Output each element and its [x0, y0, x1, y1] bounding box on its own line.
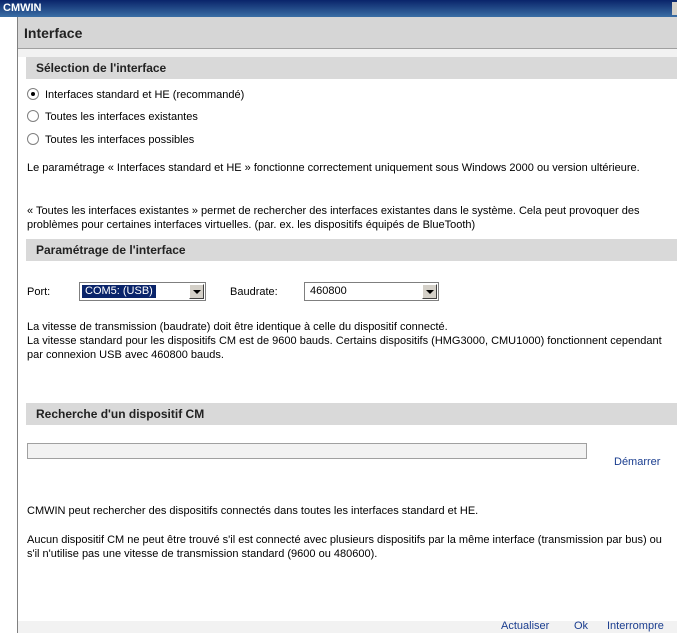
baud-label: Baudrate: — [230, 286, 278, 298]
baud-select-value: 460800 — [310, 285, 347, 297]
window-title: CMWIN — [3, 2, 42, 14]
section-header-selection: Sélection de l'interface — [26, 57, 677, 79]
radio-possible-indicator[interactable] — [27, 133, 39, 146]
radio-possible[interactable]: Toutes les interfaces possibles — [27, 132, 194, 148]
port-select[interactable]: COM5: (USB) — [79, 282, 206, 301]
ok-link[interactable]: Ok — [574, 619, 588, 633]
window-titlebar[interactable]: CMWIN — [0, 0, 677, 17]
dialog-frame: Interface Sélection de l'interface Inter… — [17, 17, 677, 633]
radio-possible-label: Toutes les interfaces possibles — [45, 134, 195, 146]
selection-note-1: Le paramétrage « Interfaces standard et … — [27, 162, 640, 174]
page-header: Interface — [18, 17, 677, 49]
search-info-1: CMWIN peut rechercher des dispositifs co… — [27, 505, 479, 517]
params-info-1: La vitesse de transmission (baudrate) do… — [27, 321, 448, 333]
refresh-link[interactable]: Actualiser — [501, 619, 549, 633]
params-info-2: La vitesse standard pour les dispositifs… — [27, 335, 662, 361]
port-select-value: COM5: (USB) — [81, 284, 157, 299]
chevron-down-icon[interactable] — [189, 284, 204, 299]
radio-existing-indicator[interactable] — [27, 110, 39, 123]
window-control-edge — [672, 2, 677, 15]
radio-standard-he-indicator[interactable] — [27, 88, 39, 101]
start-search-link[interactable]: Démarrer — [614, 455, 660, 469]
page-title: Interface — [24, 25, 83, 41]
radio-standard-he-label: Interfaces standard et HE (recommandé) — [45, 89, 245, 101]
search-progress-bar — [27, 443, 587, 459]
baud-select[interactable]: 460800 — [304, 282, 439, 301]
cancel-link[interactable]: Interrompre — [607, 619, 664, 633]
radio-standard-he[interactable]: Interfaces standard et HE (recommandé) — [27, 87, 244, 103]
radio-existing-label: Toutes les interfaces existantes — [45, 111, 198, 123]
section-header-params: Paramétrage de l'interface — [26, 239, 677, 261]
chevron-down-icon[interactable] — [422, 284, 437, 299]
interface-panel: Sélection de l'interface Interfaces stan… — [18, 57, 677, 632]
radio-existing[interactable]: Toutes les interfaces existantes — [27, 109, 198, 125]
search-info-2: Aucun dispositif CM ne peut être trouvé … — [27, 534, 662, 560]
section-header-search: Recherche d'un dispositif CM — [26, 403, 677, 425]
port-label: Port: — [27, 286, 51, 298]
selection-note-2: « Toutes les interfaces existantes » per… — [27, 205, 640, 231]
